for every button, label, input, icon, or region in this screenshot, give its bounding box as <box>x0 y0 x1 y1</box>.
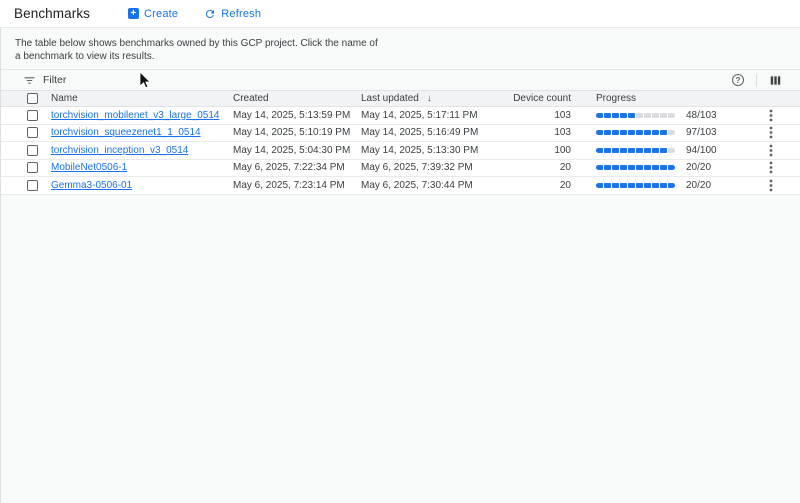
title-bar: Benchmarks + Create Refresh <box>0 0 800 28</box>
create-button-label: Create <box>144 8 178 20</box>
row-checkbox[interactable] <box>27 127 38 138</box>
refresh-button-label: Refresh <box>221 8 261 20</box>
progress-bar <box>596 183 675 188</box>
benchmark-name-link[interactable]: torchvision_inception_v3_0514 <box>51 145 188 156</box>
refresh-button[interactable]: Refresh <box>200 6 265 22</box>
column-header-name[interactable]: Name <box>51 93 233 104</box>
column-display-icon <box>769 74 782 87</box>
benchmarks-page: Benchmarks + Create Refresh The table be… <box>0 0 800 503</box>
description-line-1: The table below shows benchmarks owned b… <box>15 37 786 50</box>
updated-cell: May 6, 2025, 7:30:44 PM <box>361 180 489 191</box>
table-row: Gemma3-0506-01 May 6, 2025, 7:23:14 PMMay… <box>1 177 800 195</box>
three-dot-menu-icon <box>769 109 773 122</box>
filter-button-label: Filter <box>43 74 66 86</box>
progress-bar <box>596 113 675 118</box>
row-menu-button[interactable] <box>765 125 777 140</box>
benchmark-name-link[interactable]: Gemma3-0506-01 <box>51 180 132 191</box>
benchmark-name-link[interactable]: torchvision_squeezenet1_1_0514 <box>51 127 201 138</box>
updated-cell: May 6, 2025, 7:39:32 PM <box>361 162 489 173</box>
progress-bar <box>596 148 675 153</box>
progress-label: 20/20 <box>686 162 711 173</box>
progress-label: 48/103 <box>686 110 717 121</box>
created-cell: May 14, 2025, 5:04:30 PM <box>233 145 361 156</box>
content-panel: The table below shows benchmarks owned b… <box>0 28 800 503</box>
row-checkbox[interactable] <box>27 145 38 156</box>
three-dot-menu-icon <box>769 179 773 192</box>
column-header-progress[interactable]: Progress <box>573 93 756 104</box>
progress-label: 97/103 <box>686 127 717 138</box>
created-cell: May 6, 2025, 7:23:14 PM <box>233 180 361 191</box>
three-dot-menu-icon <box>769 161 773 174</box>
created-cell: May 14, 2025, 5:10:19 PM <box>233 127 361 138</box>
row-menu-button[interactable] <box>765 160 777 175</box>
progress-label: 20/20 <box>686 180 711 191</box>
row-checkbox[interactable] <box>27 162 38 173</box>
progress-bar <box>596 165 675 170</box>
column-header-created[interactable]: Created <box>233 93 361 104</box>
device-count-cell: 100 <box>489 145 573 156</box>
toolbar-divider <box>756 74 757 87</box>
progress-bar <box>596 130 675 135</box>
created-cell: May 6, 2025, 7:22:34 PM <box>233 162 361 173</box>
table-header-row: Name Created Last updated↓ Device count … <box>1 90 800 107</box>
progress-label: 94/100 <box>686 145 717 156</box>
help-button[interactable]: ? <box>726 74 750 86</box>
table-row: torchvision_inception_v3_0514 May 14, 202… <box>1 142 800 160</box>
row-menu-button[interactable] <box>765 108 777 123</box>
table-body: torchvision_mobilenet_v3_large_0514 May 1… <box>1 107 800 195</box>
three-dot-menu-icon <box>769 126 773 139</box>
row-checkbox[interactable] <box>27 110 38 121</box>
create-button[interactable]: + Create <box>124 6 182 22</box>
help-circle-icon: ? <box>732 74 744 86</box>
table-row: MobileNet0506-1 May 6, 2025, 7:22:34 PMMa… <box>1 160 800 178</box>
updated-cell: May 14, 2025, 5:13:30 PM <box>361 145 489 156</box>
row-menu-button[interactable] <box>765 178 777 193</box>
add-box-icon: + <box>128 8 139 19</box>
updated-cell: May 14, 2025, 5:17:11 PM <box>361 110 489 121</box>
description-line-2: a benchmark to view its results. <box>15 50 786 63</box>
table-row: torchvision_mobilenet_v3_large_0514 May 1… <box>1 107 800 125</box>
updated-cell: May 14, 2025, 5:16:49 PM <box>361 127 489 138</box>
column-header-device-count[interactable]: Device count <box>489 93 573 104</box>
filter-button[interactable]: Filter <box>23 74 66 87</box>
device-count-cell: 20 <box>489 180 573 191</box>
row-checkbox[interactable] <box>27 180 38 191</box>
benchmark-name-link[interactable]: MobileNet0506-1 <box>51 162 127 173</box>
table-row: torchvision_squeezenet1_1_0514 May 14, 20… <box>1 125 800 143</box>
device-count-cell: 20 <box>489 162 573 173</box>
benchmark-name-link[interactable]: torchvision_mobilenet_v3_large_0514 <box>51 110 219 121</box>
three-dot-menu-icon <box>769 144 773 157</box>
column-display-button[interactable] <box>763 74 788 87</box>
page-title: Benchmarks <box>14 6 90 21</box>
sort-desc-icon: ↓ <box>427 93 432 104</box>
column-header-last-updated[interactable]: Last updated↓ <box>361 93 489 104</box>
device-count-cell: 103 <box>489 127 573 138</box>
select-all-checkbox[interactable] <box>27 93 38 104</box>
row-menu-button[interactable] <box>765 143 777 158</box>
filter-list-icon <box>23 74 36 87</box>
refresh-icon <box>204 8 216 20</box>
description-block: The table below shows benchmarks owned b… <box>1 28 800 70</box>
table-toolbar: Filter ? <box>1 70 800 90</box>
created-cell: May 14, 2025, 5:13:59 PM <box>233 110 361 121</box>
device-count-cell: 103 <box>489 110 573 121</box>
